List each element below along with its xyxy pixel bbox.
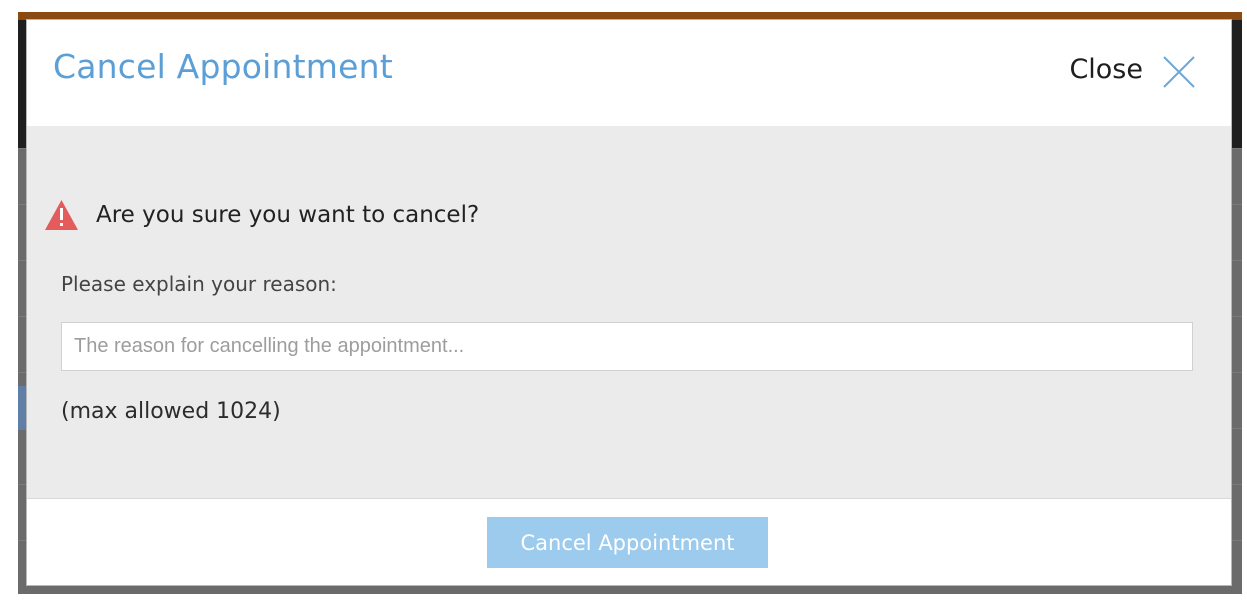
warning-icon	[43, 198, 80, 232]
dialog-body: Are you sure you want to cancel? Please …	[27, 126, 1231, 498]
cancel-appointment-button[interactable]: Cancel Appointment	[487, 517, 768, 568]
dialog-footer: Cancel Appointment	[27, 498, 1231, 585]
close-icon	[1161, 54, 1197, 90]
dialog-header: Cancel Appointment Close	[27, 20, 1231, 126]
max-allowed-text: (max allowed 1024)	[61, 399, 281, 424]
cancel-appointment-dialog: Cancel Appointment Close Are you sure yo…	[27, 20, 1231, 585]
close-label: Close	[1069, 53, 1143, 85]
warning-text: Are you sure you want to cancel?	[96, 201, 480, 228]
close-button[interactable]: Close	[1069, 54, 1197, 90]
reason-input[interactable]	[61, 322, 1193, 371]
background-selected-row	[18, 386, 26, 430]
dialog-title: Cancel Appointment	[53, 47, 393, 86]
page: Cancel Appointment Close Are you sure yo…	[0, 0, 1247, 600]
warning-message: Are you sure you want to cancel?	[43, 198, 479, 232]
reason-label: Please explain your reason:	[61, 272, 337, 296]
background-topbar	[18, 12, 1242, 20]
